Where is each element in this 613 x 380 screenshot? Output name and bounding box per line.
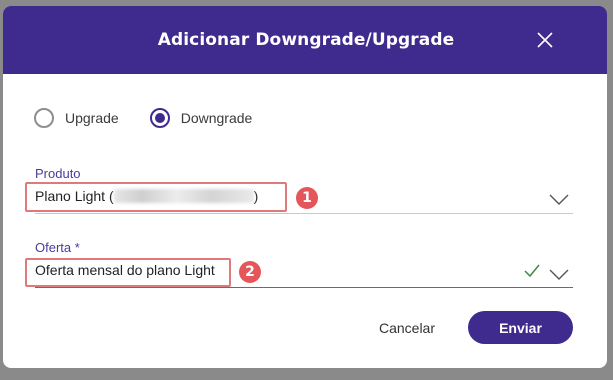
radio-downgrade-label: Downgrade: [180, 110, 253, 126]
upgrade-downgrade-dialog: Adicionar Downgrade/Upgrade Upgrade Down…: [3, 6, 607, 368]
annotation-highlight-1: [25, 182, 287, 212]
check-icon: [524, 264, 540, 278]
radio-upgrade[interactable]: Upgrade: [34, 108, 119, 128]
dialog-actions: Cancelar Enviar: [379, 311, 573, 344]
change-type-radio-group: Upgrade Downgrade: [34, 108, 252, 128]
cancel-button[interactable]: Cancelar: [379, 320, 435, 336]
radio-downgrade-circle[interactable]: [149, 108, 170, 128]
annotation-badge-1: 1: [296, 187, 318, 209]
dialog-header: Adicionar Downgrade/Upgrade: [3, 6, 607, 74]
oferta-label: Oferta *: [35, 240, 80, 255]
radio-upgrade-circle[interactable]: [34, 108, 54, 128]
submit-button[interactable]: Enviar: [468, 311, 573, 344]
dialog-title: Adicionar Downgrade/Upgrade: [157, 30, 455, 50]
annotation-badge-2: 2: [239, 261, 261, 283]
radio-upgrade-label: Upgrade: [65, 110, 119, 126]
annotation-highlight-2: [25, 258, 231, 287]
radio-downgrade[interactable]: Downgrade: [149, 108, 253, 128]
chevron-down-icon[interactable]: [549, 194, 569, 206]
produto-label: Produto: [35, 166, 81, 181]
chevron-down-icon[interactable]: [549, 269, 569, 281]
close-icon[interactable]: [535, 30, 555, 50]
